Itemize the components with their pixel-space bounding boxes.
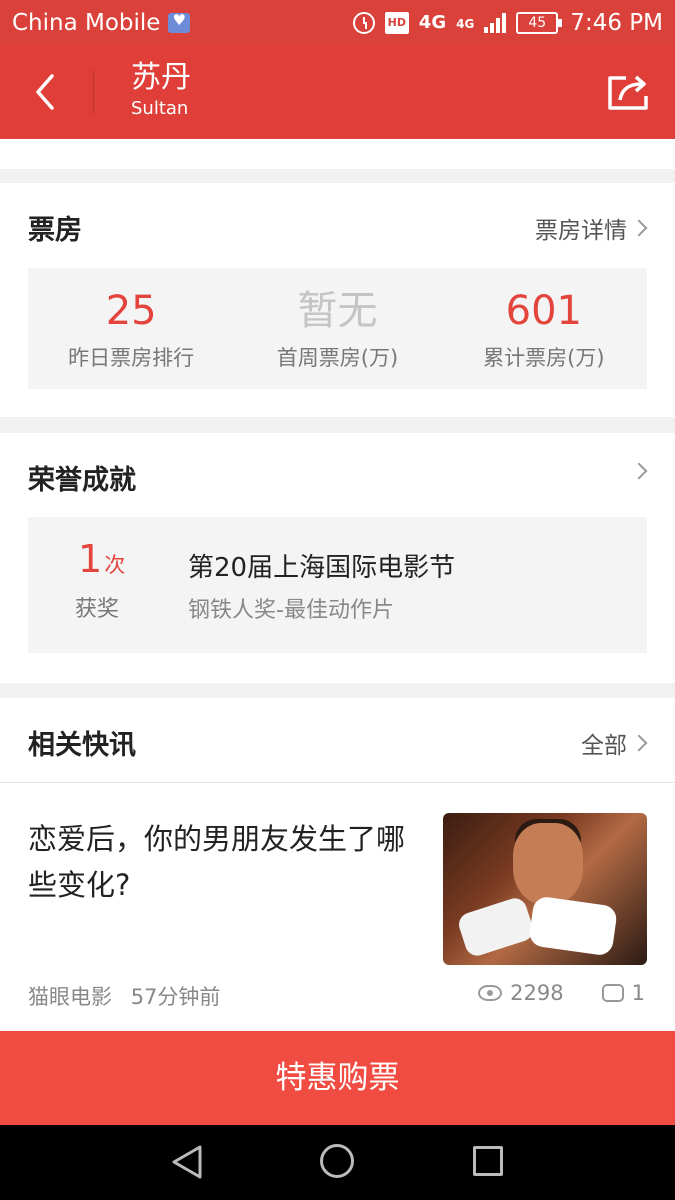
stat-value: 暂无	[297, 288, 378, 334]
award-name: 钢铁人奖-最佳动作片	[188, 598, 394, 623]
stat-cumulative: 601 累计票房(万)	[441, 268, 647, 389]
honors-card[interactable]: 荣誉成就 1次 获奖 第20届上海国际电影节 钢铁人奖-最佳动作片	[0, 433, 675, 683]
system-recents-button[interactable]	[473, 1146, 503, 1176]
clock-time: 7:46 PM	[570, 10, 663, 36]
award-count: 1次	[78, 537, 125, 581]
news-headline: 恋爱后，你的男朋友发生了哪些变化?	[28, 822, 406, 902]
triangle-back-icon	[172, 1145, 202, 1179]
honors-title: 荣誉成就	[28, 465, 136, 496]
network-4g-label: 4G	[418, 12, 447, 33]
movie-subtitle: Sultan	[131, 98, 189, 119]
system-nav-bar	[0, 1125, 675, 1200]
comment-icon	[601, 978, 624, 1002]
box-office-details-label: 票房详情	[535, 218, 627, 244]
news-meta: 猫眼电影 57分钟前	[28, 981, 220, 1011]
news-all-label: 全部	[581, 733, 627, 759]
festival-name: 第20届上海国际电影节	[188, 553, 456, 583]
share-icon	[608, 75, 648, 110]
chevron-right-icon	[630, 219, 648, 237]
status-indicators: HD 4G 4G 45 7:46 PM	[352, 10, 663, 36]
back-button[interactable]	[26, 68, 70, 116]
stat-label: 首周票房(万)	[276, 346, 399, 370]
battery-icon: 45	[516, 12, 563, 34]
back-arrow-icon	[36, 74, 54, 110]
top-strip	[0, 139, 675, 169]
stat-label: 昨日票房排行	[68, 346, 195, 370]
news-time: 57分钟前	[130, 985, 221, 1009]
network-4g-label-2: 4G	[456, 17, 475, 31]
award-count-unit: 次	[104, 553, 126, 577]
eye-icon	[478, 985, 503, 1001]
movie-title: 苏丹	[131, 60, 191, 95]
buy-ticket-button[interactable]: 特惠购票	[0, 1031, 675, 1125]
divider	[0, 782, 675, 783]
stat-label: 累计票房(万)	[483, 346, 605, 370]
stat-value: 25	[105, 288, 157, 334]
honors-more-link[interactable]	[630, 462, 648, 480]
nav-divider	[93, 70, 94, 114]
health-icon	[168, 11, 191, 33]
system-back-button[interactable]	[170, 1143, 206, 1181]
box-office-title: 票房	[28, 215, 82, 246]
stat-yesterday-rank: 25 昨日票房排行	[28, 268, 234, 389]
system-home-button[interactable]	[320, 1144, 354, 1178]
alarm-icon	[352, 12, 375, 34]
news-thumbnail	[443, 813, 647, 965]
news-stats: 2298 1	[478, 978, 645, 1005]
stat-value: 601	[505, 288, 582, 334]
comment-count: 1	[631, 981, 645, 1005]
award-count-label: 获奖	[75, 597, 120, 622]
share-button[interactable]	[606, 72, 652, 112]
chevron-right-icon	[630, 462, 648, 480]
box-office-details-link[interactable]: 票房详情	[535, 211, 648, 245]
status-bar: China Mobile HD 4G 4G 45 7:46 PM	[0, 0, 675, 46]
news-all-link[interactable]: 全部	[581, 726, 648, 760]
top-nav-bar: 苏丹 Sultan	[0, 46, 675, 139]
chevron-right-icon	[630, 734, 648, 752]
stat-first-week: 暂无 首周票房(万)	[234, 268, 440, 389]
honor-item: 1次 获奖 第20届上海国际电影节 钢铁人奖-最佳动作片	[28, 517, 647, 653]
view-count: 2298	[510, 981, 564, 1005]
award-count-number: 1	[78, 537, 103, 581]
carrier-label: China Mobile	[12, 10, 161, 36]
hd-icon: HD	[384, 12, 409, 34]
box-office-card: 票房 票房详情 25 昨日票房排行 暂无 首周票房(万) 601 累计票房(万)	[0, 183, 675, 417]
news-title: 相关快讯	[28, 730, 136, 761]
news-source: 猫眼电影	[28, 985, 112, 1009]
news-card: 相关快讯 全部 恋爱后，你的男朋友发生了哪些变化? 猫眼电影 57分钟前 229…	[0, 698, 675, 1031]
box-office-stats: 25 昨日票房排行 暂无 首周票房(万) 601 累计票房(万)	[28, 268, 647, 389]
signal-icon	[484, 13, 507, 33]
